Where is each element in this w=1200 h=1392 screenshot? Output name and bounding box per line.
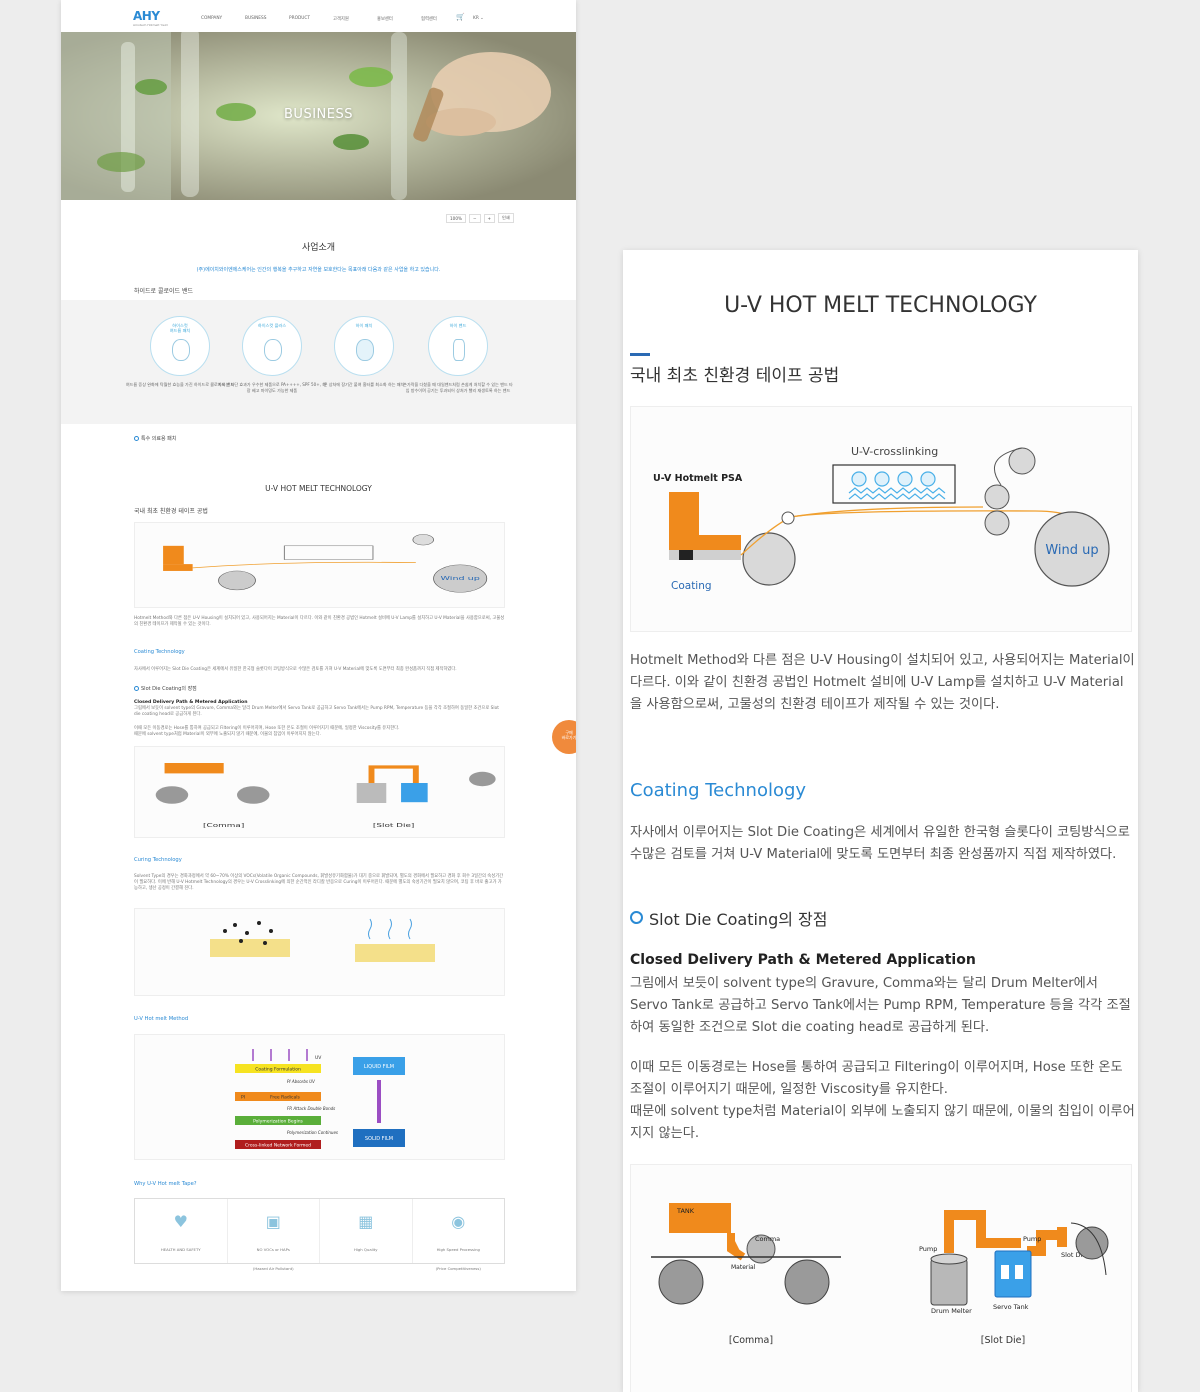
svg-text:Coating: Coating <box>671 580 712 592</box>
factory-icon: ▣ <box>265 1212 281 1231</box>
hero-title: BUSINESS <box>284 107 353 122</box>
site-header: AHY Amotech Hotmelt Yield COMPANY BUSINES… <box>61 0 576 32</box>
buy-now-floating-button[interactable]: 구매 바로가기 <box>552 720 576 754</box>
uv-sub-heading: 국내 최초 친환경 테이프 공법 <box>630 366 840 386</box>
print-button[interactable]: 인쇄 <box>498 213 514 223</box>
band-heading: 하이드로 콜로이드 밴드 <box>134 288 194 295</box>
heart-pulse-icon: ♥ <box>173 1212 188 1231</box>
svg-text:[Slot Die]: [Slot Die] <box>981 1335 1025 1346</box>
svg-text:Pump: Pump <box>919 1245 937 1253</box>
conveyor-icon: ◉ <box>451 1212 466 1231</box>
nav-product[interactable]: PRODUCT <box>289 16 333 22</box>
svg-text:U-V Hotmelt PSA: U-V Hotmelt PSA <box>653 473 743 484</box>
method-title-small: U-V Hot melt Method <box>134 1016 189 1022</box>
svg-text:TANK: TANK <box>676 1207 695 1215</box>
uv-method-figure: UV Coating Formulation PI Absorbs UV PI … <box>134 1034 505 1160</box>
site-logo[interactable]: AHY Amotech Hotmelt Yield <box>133 9 167 27</box>
language-select[interactable]: KR ⌄ <box>473 16 484 21</box>
curing-text-small: Solvent Type의 경우는 경화과정에서 약 60~70% 이상의 VO… <box>134 874 504 891</box>
band-icon: 하이 밴드 <box>428 316 488 376</box>
svg-text:Cross-linked Network Formed: Cross-linked Network Formed <box>245 1143 311 1149</box>
intro-lead: (주)에이치와이엔에스케어는 인간의 행복을 추구하고 자연을 보호한다는 목표… <box>196 267 441 273</box>
band-text: 손가락을 다쳤을 때 대일밴드처럼 손쉽게 처치할 수 있는 밴드 타입 방수이… <box>403 382 513 393</box>
svg-text:UV: UV <box>315 1055 322 1061</box>
svg-text:Pump: Pump <box>1023 1235 1041 1243</box>
uv-process-figure-small: Wind up <box>134 522 505 608</box>
band-section: 하이스컷 여드름 패치 여드름 증상 완화에 탁월한 효능을 가진 하이드로 콜… <box>61 300 576 424</box>
svg-text:[Comma]: [Comma] <box>729 1335 773 1346</box>
coating-technology-title: Coating Technology <box>630 780 807 801</box>
svg-text:Polymerization Continues: Polymerization Continues <box>287 1130 338 1135</box>
coating-technology-text: 자사에서 이루어지는 Slot Die Coating은 세계에서 유일한 한국… <box>630 825 1130 862</box>
svg-text:Comma: Comma <box>755 1235 780 1243</box>
band-icon: 하이스컷 여드름 패치 <box>150 316 210 376</box>
solvent-text-small: 때문에 solvent type처럼 Material이 외부에 노출되지 않기… <box>134 732 321 737</box>
slot-title-small: Slot Die Coating의 장점 <box>134 685 197 692</box>
uv-para-small: Hotmelt Method와 다른 점은 U-V Housing이 설치되어 … <box>134 616 505 627</box>
why-item: ▦ High Quality <box>320 1199 413 1263</box>
cdp-text: 그림에서 보듯이 solvent type의 Gravure, Comma와는 … <box>630 976 1131 1035</box>
svg-text:Polymerization Begins: Polymerization Begins <box>253 1119 303 1125</box>
svg-text:Coating Formulation: Coating Formulation <box>255 1067 301 1073</box>
intro-title: 사업소개 <box>301 243 336 253</box>
slot-die-figure-small: [Comma] [Slot Die] <box>134 746 505 838</box>
svg-text:FR Attack Double Bonds: FR Attack Double Bonds <box>287 1106 335 1111</box>
why-item: ♥ HEALTH AND SAFETY <box>135 1199 228 1263</box>
zoom-in-button[interactable]: + <box>483 213 496 223</box>
nav-business[interactable]: BUSINESS <box>245 16 289 22</box>
svg-text:Drum Melter: Drum Melter <box>931 1307 972 1315</box>
svg-text:PI Absorbs UV: PI Absorbs UV <box>287 1079 315 1084</box>
uv-sub-small: 국내 최초 친환경 테이프 공법 <box>134 508 208 515</box>
svg-text:LIQUID FILM: LIQUID FILM <box>364 1064 394 1070</box>
cdp-title-small: Closed Delivery Path & Metered Applicati… <box>134 700 248 705</box>
hose-text: 이때 모든 이동경로는 Hose를 통하여 공급되고 Filtering이 이루… <box>630 1060 1123 1097</box>
main-nav: COMPANY BUSINESS PRODUCT 고객지원 홍보센터 협력센터 <box>201 16 465 22</box>
hero-banner: BUSINESS <box>61 32 576 200</box>
svg-text:U-V-crosslinking: U-V-crosslinking <box>851 445 938 458</box>
svg-text:Wind up: Wind up <box>1045 543 1098 558</box>
coating-text-small: 자사에서 이루어지는 Slot Die Coating은 세계에서 유일한 한국… <box>134 667 457 672</box>
zoom-controls: 100% − + 인쇄 <box>446 213 514 223</box>
cart-icon[interactable]: 🛒 <box>456 13 465 21</box>
zoom-out-button[interactable]: − <box>468 213 481 223</box>
nav-company[interactable]: COMPANY <box>201 16 245 22</box>
zoom-detail-panel: U-V HOT MELT TECHNOLOGY 국내 최초 친환경 테이프 공법… <box>623 250 1138 1392</box>
slot-die-figure: TANK Comma Material [Comma] Pump Drum Me… <box>630 1164 1132 1392</box>
svg-text:[Comma]: [Comma] <box>203 822 244 828</box>
uv-title: U-V HOT MELT TECHNOLOGY <box>724 293 1037 318</box>
band-card[interactable]: 하이 밴드 손가락을 다쳤을 때 대일밴드처럼 손쉽게 처치할 수 있는 밴드 … <box>403 316 513 394</box>
why-icons: ♥ HEALTH AND SAFETY ▣ NO VOCs or HAPs (Haz… <box>134 1198 505 1271</box>
sub-heading-bar <box>630 353 650 356</box>
svg-text:Free Radicals: Free Radicals <box>270 1095 300 1101</box>
nav-support[interactable]: 고객지원 <box>333 16 377 22</box>
svg-text:Material: Material <box>731 1264 756 1271</box>
slot-die-title: Slot Die Coating의 장점 <box>630 906 827 930</box>
curing-figure-small <box>134 908 505 996</box>
band-icon: 하이스컷 플러스 <box>242 316 302 376</box>
svg-text:Wind up: Wind up <box>441 576 481 582</box>
cdp-title: Closed Delivery Path & Metered Applicati… <box>630 952 976 968</box>
why-item: ▣ NO VOCs or HAPs (Hazard Air Pollutant) <box>228 1199 320 1271</box>
special-patch-label: 특수 의료용 패치 <box>134 435 176 442</box>
uv-process-figure: U-V-crosslinking U-V Hotmelt PSA Wind up… <box>630 406 1132 632</box>
cdp-text-small: 그림에서 보듯이 solvent type의 Gravure, Comma와는 … <box>134 706 499 717</box>
page-thumbnail: AHY Amotech Hotmelt Yield COMPANY BUSINES… <box>61 0 576 1291</box>
svg-text:[Slot Die]: [Slot Die] <box>373 822 415 828</box>
nav-pr[interactable]: 홍보센터 <box>377 16 421 22</box>
zoom-level: 100% <box>446 213 466 223</box>
uv-title-small: U-V HOT MELT TECHNOLOGY <box>265 484 372 493</box>
uv-paragraph: Hotmelt Method와 다른 점은 U-V Housing이 설치되어 … <box>630 653 1135 712</box>
solvent-text: 때문에 solvent type처럼 Material이 외부에 노출되지 않기… <box>630 1104 1135 1141</box>
why-title-small: Why U-V Hot melt Tape? <box>134 1181 197 1187</box>
svg-text:Servo Tank: Servo Tank <box>993 1303 1029 1311</box>
coating-title-small: Coating Technology <box>134 649 185 655</box>
svg-text:PI: PI <box>241 1095 245 1101</box>
why-item: ◉ High Speed Processing (Price Competitiv… <box>413 1199 505 1271</box>
band-icon: 하이 패치 <box>334 316 394 376</box>
bar-chart-icon: ▦ <box>358 1212 374 1231</box>
curing-title-small: Curing Technology <box>134 857 182 863</box>
svg-text:SOLID FILM: SOLID FILM <box>365 1136 393 1142</box>
